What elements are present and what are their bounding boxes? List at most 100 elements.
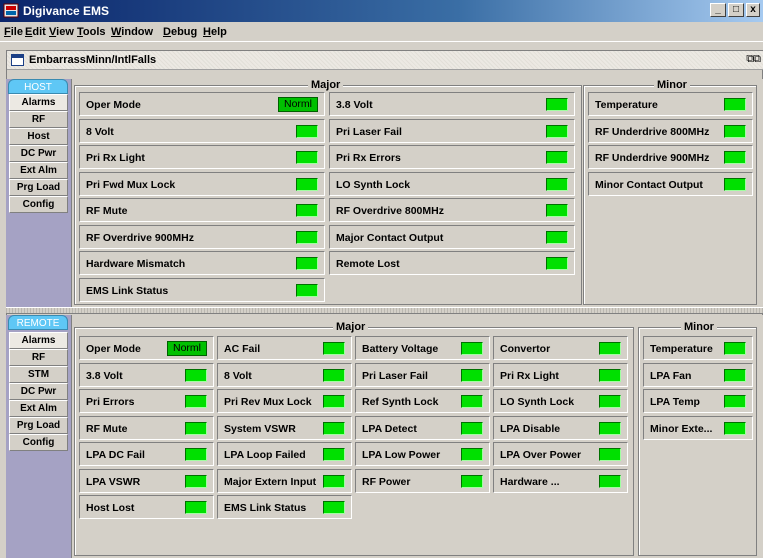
remote-major-alarm-lpa-detect: LPA Detect [355,415,490,440]
internal-frame-titlebar[interactable]: EmbarrassMinn/IntlFalls ⧉⧉ [7,51,763,70]
alarm-label: LPA Over Power [500,449,582,461]
status-led-icon [296,283,318,297]
frame-title: EmbarrassMinn/IntlFalls [29,54,157,66]
remote-tab-config[interactable]: Config [9,434,68,451]
menu-help[interactable]: Help [203,26,227,38]
alarm-label: Hardware Mismatch [86,258,186,270]
host-major-alarm-hardware-mismatch: Hardware Mismatch [79,251,325,275]
status-led-icon [185,421,207,435]
alarm-label: Pri Fwd Mux Lock [86,178,176,191]
alarm-label: RF Overdrive 900MHz [86,231,194,244]
remote-major-alarm-lpa-disable: LPA Disable [493,415,628,440]
alarm-label: Major Extern Input [224,475,317,488]
host-tab-rf[interactable]: RF [9,111,68,128]
alarm-label: EMS Link Status [224,502,307,514]
alarm-label: RF Underdrive 800MHz [595,125,710,138]
host-tab-alarms[interactable]: Alarms [9,94,68,111]
host-major-alarm-rf-overdrive-800mhz: RF Overdrive 800MHz [329,198,575,222]
alarm-label: Pri Rev Mux Lock [224,396,312,408]
host-tab-config[interactable]: Config [9,196,68,213]
maximize-button[interactable]: □ [728,3,744,17]
alarm-label: LPA Disable [500,422,561,435]
status-led-icon [461,421,483,435]
status-led-icon [323,368,345,382]
host-minor-alarm-minor-contact-output: Minor Contact Output [588,171,753,196]
app-icon [3,3,19,18]
status-led-icon [546,177,568,191]
host-minor-alarm-temperature: Temperature [588,92,753,116]
host-tab-dc-pwr[interactable]: DC Pwr [9,145,68,162]
alarm-label: Hardware ... [500,475,560,488]
minimize-button[interactable]: _ [710,3,726,17]
remote-tab-rf[interactable]: RF [9,349,68,366]
host-major-alarm-pri-laser-fail: Pri Laser Fail [329,118,575,143]
status-led-icon [461,342,483,355]
remote-minor-alarm-lpa-temp: LPA Temp [643,389,753,413]
host-minor-label: Minor [654,80,690,91]
status-led-icon [724,395,746,408]
alarm-label: Oper Mode [86,343,141,355]
remote-tab-alarms[interactable]: Alarms [9,332,68,349]
alarm-label: RF Power [362,475,411,488]
remote-major-alarm-hardware: Hardware ... [493,468,628,493]
remote-panel: REMOTE Alarms RF STM DC Pwr Ext Alm Prg Load C… [6,315,763,558]
host-minor-alarm-rf-underdrive-800mhz: RF Underdrive 800MHz [588,118,753,143]
alarm-label: RF Mute [86,422,128,435]
status-led-icon [296,177,318,191]
menu-bar: File Edit View Tools Window Debug Help [0,22,763,42]
status-led-icon [323,342,345,355]
host-tab-host[interactable]: Host [9,128,68,145]
remote-tab-stm[interactable]: STM [9,366,68,383]
remote-major-alarm-lpa-vswr: LPA VSWR [79,468,214,493]
host-major-alarm-pri-rx-light: Pri Rx Light [79,145,325,169]
alarm-label: Pri Errors [86,396,135,408]
host-major-alarm-8-volt: 8 Volt [79,118,325,143]
remote-major-alarm-host-lost: Host Lost [79,495,214,519]
status-led-icon [724,124,746,138]
restore-icon[interactable]: ⧉⧉ [746,53,761,66]
host-major-alarm-rf-mute: RF Mute [79,198,325,222]
alarm-label: Pri Rx Light [86,152,145,164]
status-led-icon [461,474,483,488]
split-pane-divider[interactable] [6,307,763,314]
host-major-alarm-oper-mode: Oper Mode Norml [79,92,325,116]
remote-major-alarm-3-8-volt: 3.8 Volt [79,362,214,387]
host-tab-ext-alm[interactable]: Ext Alm [9,162,68,179]
status-led-icon [724,177,746,191]
host-major-alarm-ems-link-status: EMS Link Status [79,277,325,302]
remote-side-label: REMOTE [8,315,68,330]
remote-tab-ext-alm[interactable]: Ext Alm [9,400,68,417]
menu-edit[interactable]: Edit [25,26,46,38]
close-button[interactable]: x [746,3,760,17]
alarm-label: Battery Voltage [362,343,439,355]
remote-tab-dc-pwr[interactable]: DC Pwr [9,383,68,400]
status-led-icon [296,124,318,138]
host-major-alarm-major-contact-output: Major Contact Output [329,224,575,249]
alarm-label: RF Underdrive 900MHz [595,152,710,164]
status-led-icon [323,474,345,488]
menu-tools[interactable]: Tools [77,26,106,38]
host-tab-strip: HOST Alarms RF Host DC Pwr Ext Alm Prg Load Co… [6,79,72,307]
menu-debug[interactable]: Debug [163,26,197,38]
status-led-icon [599,395,621,408]
host-tab-prg-load[interactable]: Prg Load [9,179,68,196]
menu-window[interactable]: Window [111,26,153,38]
window-titlebar: Digivance EMS _ □ x [0,0,763,22]
remote-major-alarm-pri-errors: Pri Errors [79,389,214,413]
alarm-label: LPA Low Power [362,449,441,461]
alarm-label: Pri Laser Fail [336,125,402,138]
menu-view[interactable]: View [49,26,74,38]
status-led-icon [546,98,568,111]
remote-major-alarm-rf-power: RF Power [355,468,490,493]
host-major-alarm-pri-fwd-mux-lock: Pri Fwd Mux Lock [79,171,325,196]
remote-minor-alarm-lpa-fan: LPA Fan [643,362,753,387]
status-led-icon [724,421,746,435]
status-led-icon [323,421,345,435]
status-led-icon [185,501,207,514]
remote-major-label: Major [333,322,369,333]
alarm-label: LPA Detect [362,422,417,435]
remote-major-alarm-convertor: Convertor [493,336,628,360]
remote-tab-prg-load[interactable]: Prg Load [9,417,68,434]
status-led-icon [296,204,318,217]
menu-file[interactable]: File [4,26,23,38]
